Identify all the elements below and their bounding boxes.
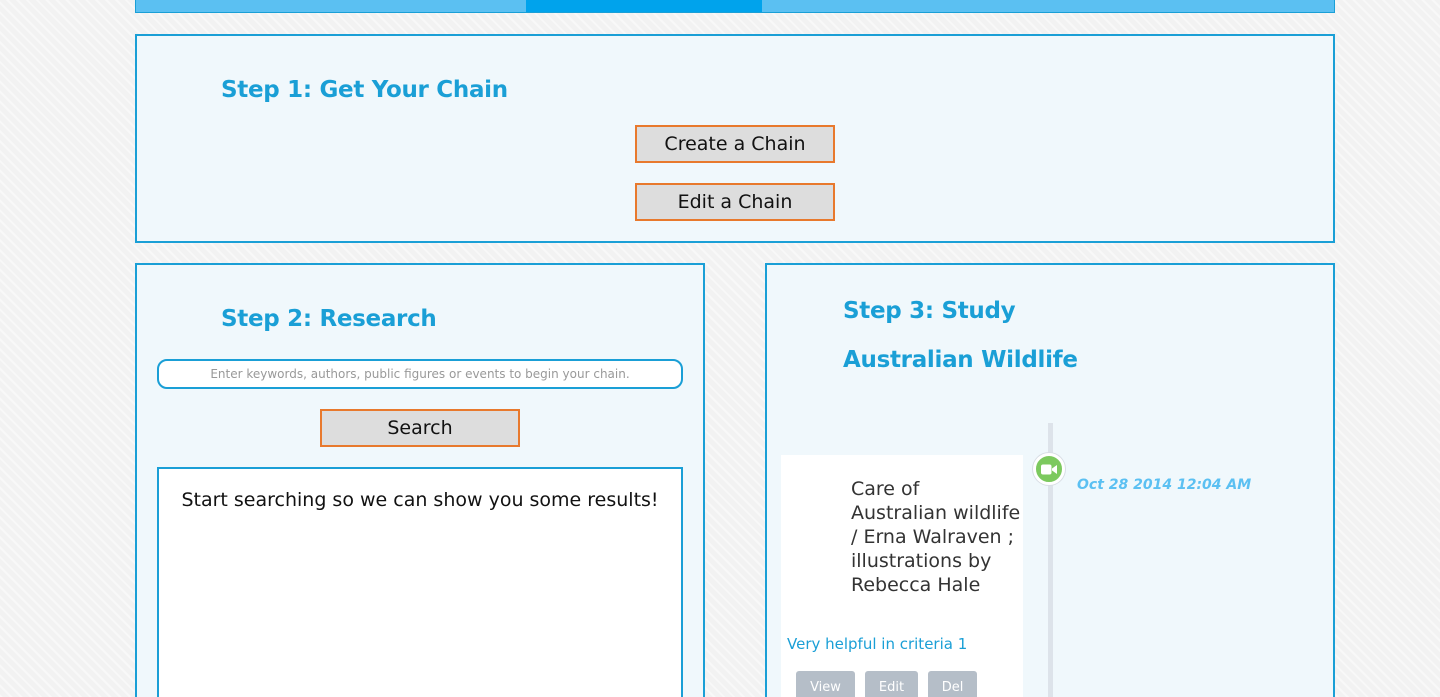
card-title: Care of Australian wildlife / Erna Walra… [851,478,1021,596]
video-camera-icon [1041,460,1057,479]
delete-button[interactable]: Del [928,671,977,697]
step2-panel: Step 2: Research Search Start searching … [135,263,705,697]
step1-title: Step 1: Get Your Chain [221,77,508,103]
step3-panel: Step 3: Study Australian Wildlife Care o… [765,263,1335,697]
timeline-date: Oct 28 2014 12:04 AM [1077,477,1252,493]
view-button[interactable]: View [796,671,855,697]
results-message: Start searching so we can show you some … [181,489,659,511]
edit-button[interactable]: Edit [865,671,918,697]
step3-title: Step 3: Study [843,298,1016,324]
top-nav-active-tab[interactable] [526,0,762,12]
edit-chain-button[interactable]: Edit a Chain [635,183,835,221]
step2-title: Step 2: Research [221,306,437,332]
search-input[interactable] [157,359,683,389]
search-button[interactable]: Search [320,409,520,447]
chain-name: Australian Wildlife [843,347,1078,373]
top-nav-bar [135,0,1335,13]
step1-panel: Step 1: Get Your Chain Create a Chain Ed… [135,34,1335,243]
timeline-card: Care of Australian wildlife / Erna Walra… [781,455,1023,697]
create-chain-button[interactable]: Create a Chain [635,125,835,163]
search-results-box: Start searching so we can show you some … [157,467,683,697]
card-note: Very helpful in criteria 1 [787,635,968,653]
timeline-marker [1033,453,1065,485]
